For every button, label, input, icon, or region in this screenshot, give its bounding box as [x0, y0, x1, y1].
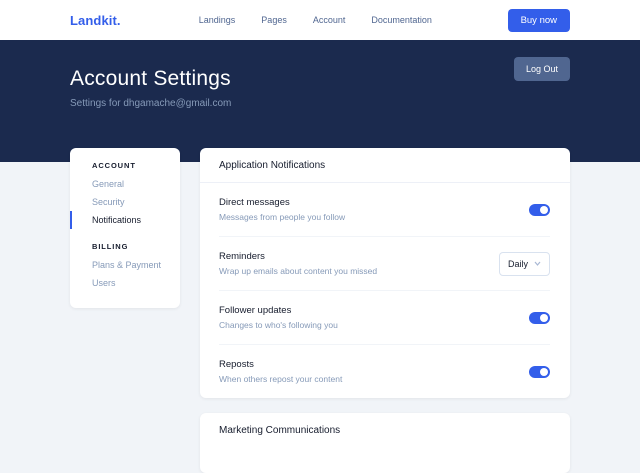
toggle-knob: [540, 314, 548, 322]
toggle-knob: [540, 368, 548, 376]
content-area: Account General Security Notifications B…: [70, 148, 570, 473]
sidebar-heading-billing: Billing: [70, 242, 180, 251]
sidebar-item-users[interactable]: Users: [70, 274, 180, 292]
application-notifications-card: Application Notifications Direct message…: [200, 148, 570, 398]
page-title: Account Settings: [70, 67, 570, 91]
page-subtitle: Settings for dhgamache@gmail.com: [70, 98, 570, 109]
sidebar-section-account: Account General Security Notifications: [70, 161, 180, 229]
setting-title: Direct messages: [219, 197, 345, 208]
sidebar-item-plans-payment[interactable]: Plans & Payment: [70, 256, 180, 274]
setting-text-direct-messages: Direct messages Messages from people you…: [219, 197, 345, 222]
setting-row-reposts: Reposts When others repost your content: [219, 345, 550, 398]
buy-now-button[interactable]: Buy now: [508, 9, 570, 32]
follower-updates-toggle[interactable]: [529, 312, 550, 324]
nav-link-account[interactable]: Account: [313, 15, 346, 25]
settings-main-column: Application Notifications Direct message…: [200, 148, 570, 473]
marketing-communications-card: Marketing Communications: [200, 413, 570, 473]
reposts-toggle[interactable]: [529, 366, 550, 378]
sidebar-heading-account: Account: [70, 161, 180, 170]
direct-messages-toggle[interactable]: [529, 204, 550, 216]
main-nav: Landings Pages Account Documentation: [199, 15, 432, 25]
setting-row-reminders: Reminders Wrap up emails about content y…: [219, 237, 550, 291]
setting-text-reminders: Reminders Wrap up emails about content y…: [219, 251, 377, 276]
nav-link-pages[interactable]: Pages: [261, 15, 287, 25]
top-navbar: Landkit. Landings Pages Account Document…: [0, 0, 640, 40]
chevron-down-icon: [534, 261, 541, 266]
nav-link-documentation[interactable]: Documentation: [371, 15, 432, 25]
landkit-logo[interactable]: Landkit.: [70, 13, 121, 28]
application-notifications-title: Application Notifications: [200, 148, 570, 183]
setting-title: Reposts: [219, 359, 342, 370]
setting-subtitle: Changes to who's following you: [219, 320, 338, 330]
setting-title: Reminders: [219, 251, 377, 262]
setting-text-reposts: Reposts When others repost your content: [219, 359, 342, 384]
marketing-communications-title: Marketing Communications: [200, 413, 570, 447]
settings-sidebar: Account General Security Notifications B…: [70, 148, 180, 308]
reminders-frequency-value: Daily: [508, 259, 528, 269]
setting-title: Follower updates: [219, 305, 338, 316]
nav-link-landings[interactable]: Landings: [199, 15, 236, 25]
setting-subtitle: Messages from people you follow: [219, 212, 345, 222]
log-out-button[interactable]: Log Out: [514, 57, 570, 81]
toggle-knob: [540, 206, 548, 214]
reminders-frequency-select[interactable]: Daily: [499, 252, 550, 276]
sidebar-item-security[interactable]: Security: [70, 193, 180, 211]
page-header: Account Settings Settings for dhgamache@…: [0, 40, 640, 162]
notification-settings-list: Direct messages Messages from people you…: [200, 183, 570, 398]
sidebar-item-notifications[interactable]: Notifications: [70, 211, 180, 229]
setting-text-follower-updates: Follower updates Changes to who's follow…: [219, 305, 338, 330]
setting-row-follower-updates: Follower updates Changes to who's follow…: [219, 291, 550, 345]
sidebar-item-general[interactable]: General: [70, 175, 180, 193]
setting-row-direct-messages: Direct messages Messages from people you…: [219, 183, 550, 237]
setting-subtitle: When others repost your content: [219, 374, 342, 384]
sidebar-section-billing: Billing Plans & Payment Users: [70, 242, 180, 292]
setting-subtitle: Wrap up emails about content you missed: [219, 266, 377, 276]
